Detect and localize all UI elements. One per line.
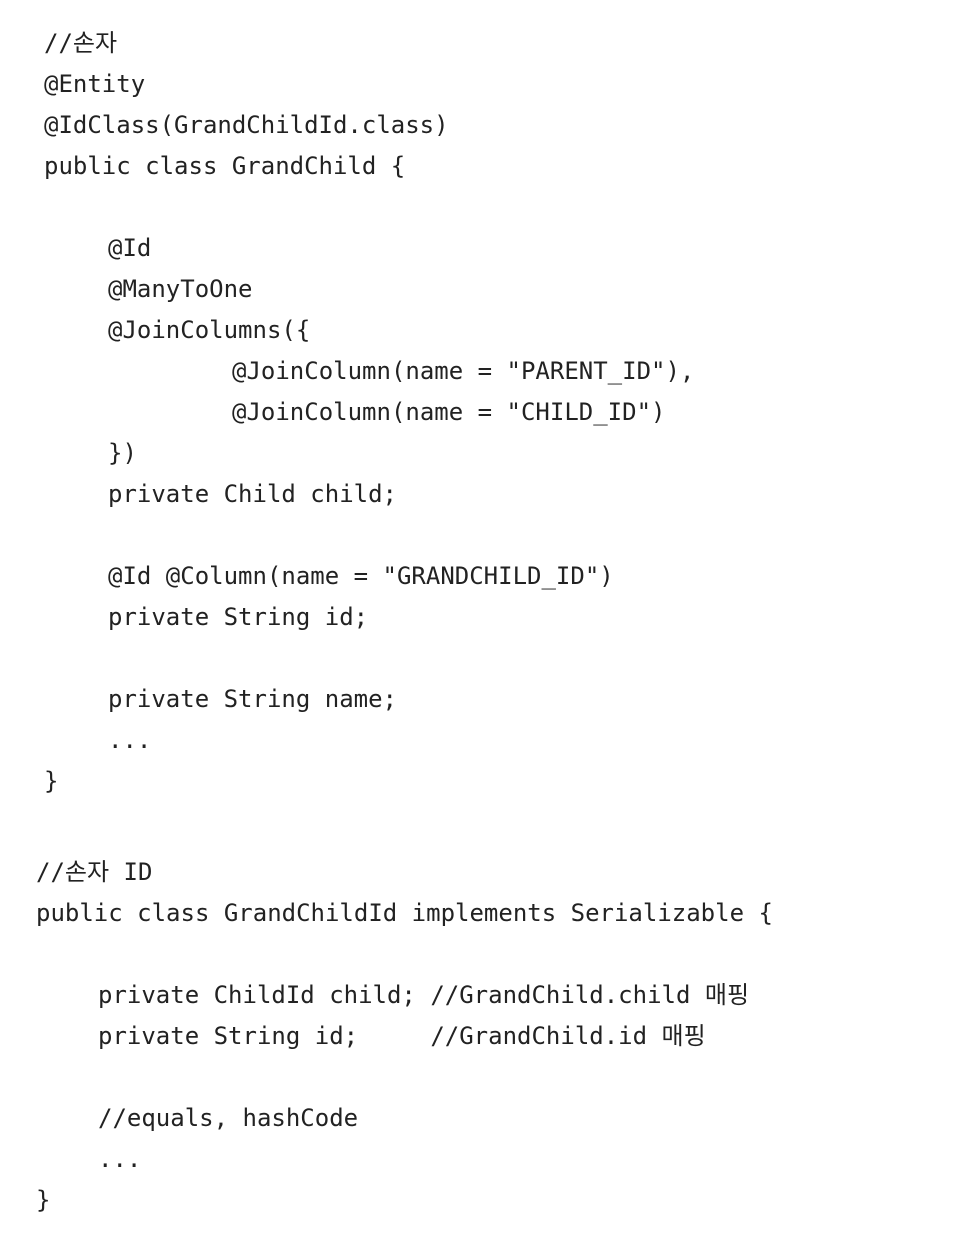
code-line-id-class-close: } [36, 1186, 51, 1214]
code-line-id-field: private String id; [108, 603, 369, 631]
document-page: //손자 @Entity @IdClass(GrandChildId.class… [0, 0, 960, 1260]
code-line-joincolumn-child: @JoinColumn(name = "CHILD_ID") [232, 398, 666, 426]
code-line-class-close: } [44, 767, 59, 795]
code-line-child-field: private Child child; [108, 480, 397, 508]
code-listing: //손자 @Entity @IdClass(GrandChildId.class… [0, 0, 960, 1260]
code-line-id-class-declaration: public class GrandChildId implements Ser… [36, 899, 773, 927]
code-line-name-field: private String name; [108, 685, 397, 713]
code-line-joincolumns-open: @JoinColumns({ [108, 316, 311, 344]
code-line-idclass-annotation: @IdClass(GrandChildId.class) [44, 111, 449, 139]
code-line-manytoone-annotation: @ManyToOne [108, 275, 253, 303]
code-line-entity-annotation: @Entity [44, 70, 146, 98]
code-line-childid-field: private ChildId child; //GrandChild.chil… [98, 981, 750, 1009]
code-line-id-column-annotation: @Id @Column(name = "GRANDCHILD_ID") [108, 562, 614, 590]
code-line-comment-grandchild: //손자 [44, 29, 118, 57]
code-line-class-declaration: public class GrandChild { [44, 152, 406, 180]
code-line-equals-hashcode-comment: //equals, hashCode [98, 1104, 359, 1132]
code-line-comment-grandchild-id: //손자 ID [36, 858, 153, 886]
code-line-id-field-mapping: private String id; //GrandChild.id 매핑 [98, 1022, 706, 1050]
code-line-joincolumns-close: }) [108, 439, 137, 467]
code-line-ellipsis: ... [108, 726, 152, 754]
code-line-ellipsis-2: ... [98, 1145, 142, 1173]
code-line-joincolumn-parent: @JoinColumn(name = "PARENT_ID"), [232, 357, 695, 385]
code-line-id-annotation: @Id [108, 234, 152, 262]
